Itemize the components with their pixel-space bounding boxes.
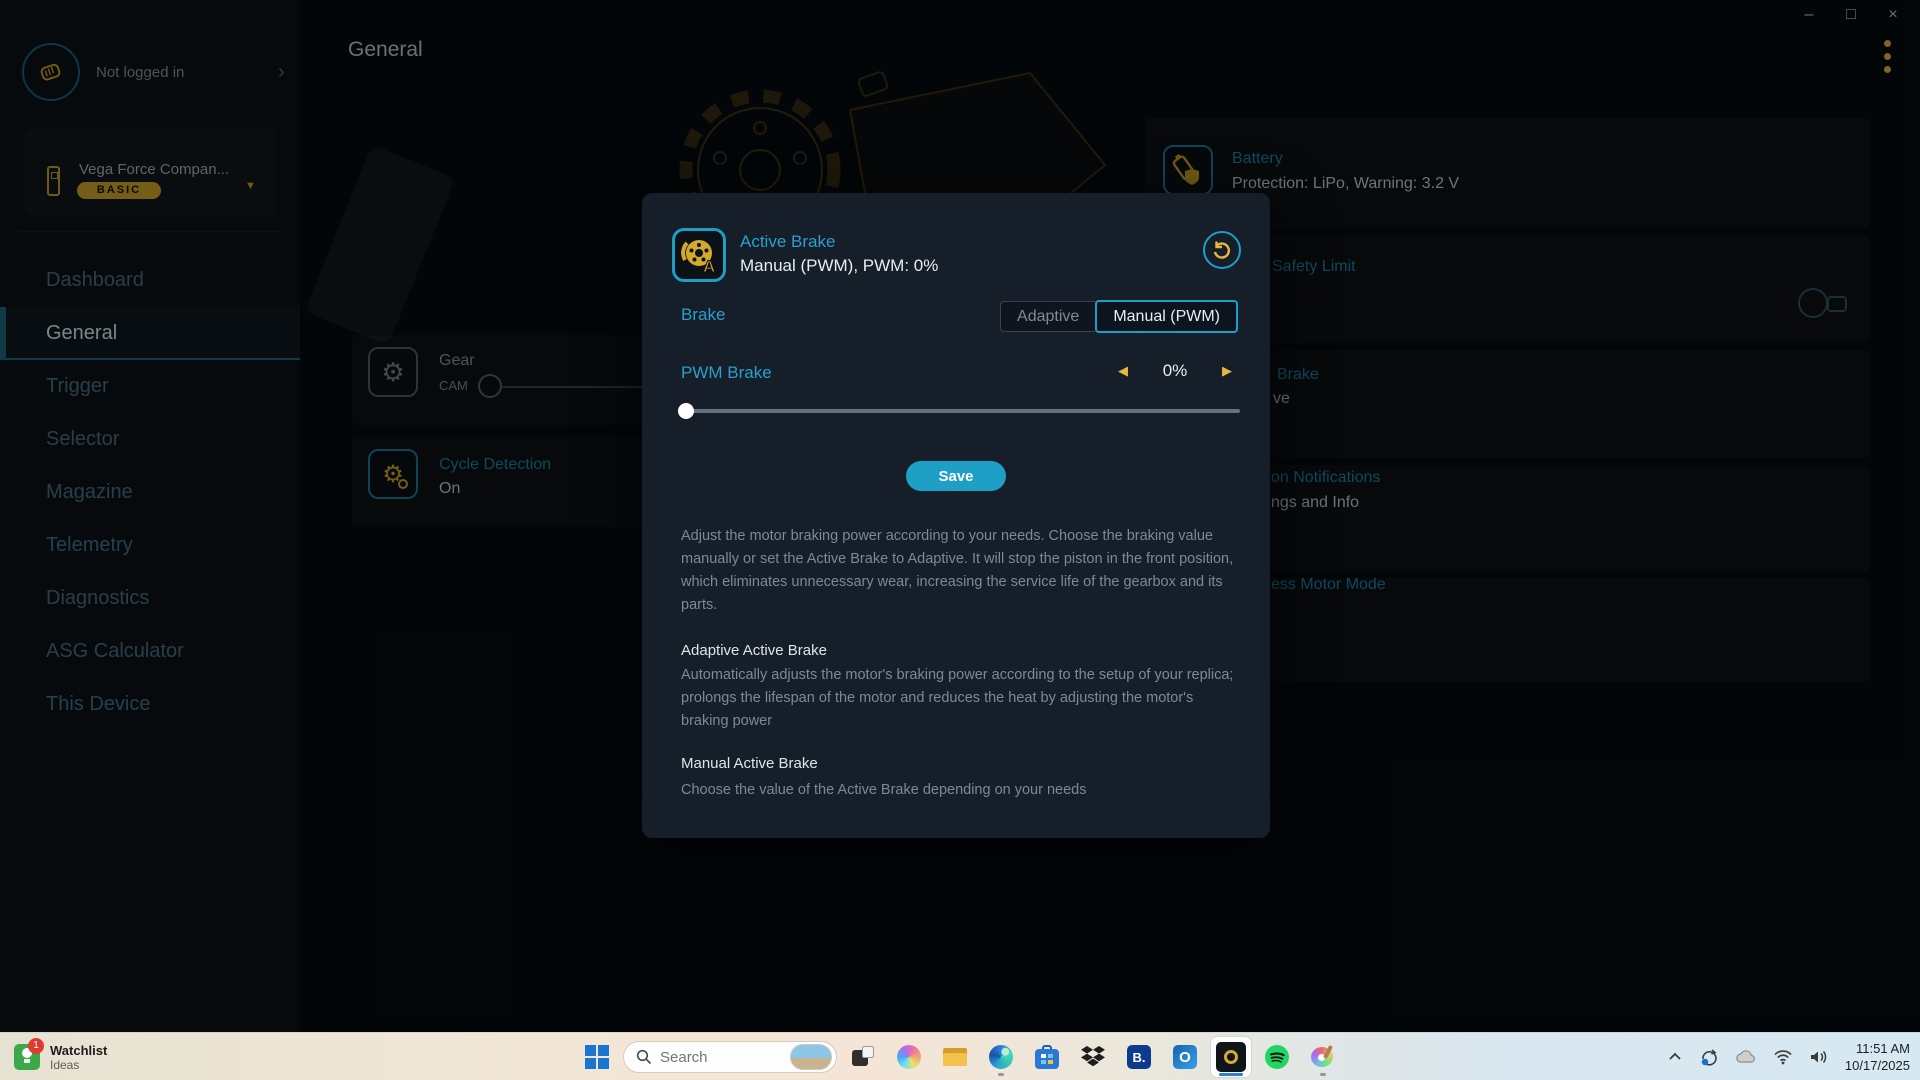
- notification-badge: 1: [28, 1038, 44, 1054]
- decrement-arrow-icon[interactable]: ◀: [1118, 363, 1128, 379]
- segment-manual-pwm[interactable]: Manual (PWM): [1095, 300, 1238, 333]
- active-brake-dialog-icon: A: [672, 228, 726, 282]
- taskbar-icon-booking[interactable]: B.: [1119, 1037, 1159, 1077]
- manual-heading: Manual Active Brake: [681, 755, 818, 772]
- taskbar-icon-edge[interactable]: [981, 1037, 1021, 1077]
- active-app-indicator: [1219, 1073, 1243, 1076]
- widget-title: Watchlist: [50, 1043, 107, 1058]
- taskbar-icon-microsoft-store[interactable]: [1027, 1037, 1067, 1077]
- taskbar-icon-copilot[interactable]: [889, 1037, 929, 1077]
- microsoft-store-icon: [1034, 1045, 1060, 1069]
- pwm-value: 0%: [1150, 361, 1200, 381]
- task-view-icon: [852, 1046, 874, 1068]
- tray-time: 11:51 AM: [1845, 1040, 1910, 1057]
- taskbar-icon-gate-control-station[interactable]: [1211, 1037, 1251, 1077]
- dropbox-icon: [1081, 1046, 1105, 1068]
- manual-description: Choose the value of the Active Brake dep…: [681, 779, 1239, 802]
- outlook-icon: O: [1173, 1045, 1197, 1069]
- adaptive-description: Automatically adjusts the motor's brakin…: [681, 664, 1239, 733]
- copilot-icon: [897, 1045, 921, 1069]
- save-button[interactable]: Save: [906, 461, 1006, 491]
- screen: – □ × Not logged in › Vega Force Compan.…: [0, 0, 1920, 1080]
- dialog-title: Active Brake: [740, 232, 835, 252]
- adaptive-heading: Adaptive Active Brake: [681, 642, 827, 659]
- search-daily-image[interactable]: [790, 1044, 832, 1070]
- edge-icon: [989, 1045, 1013, 1069]
- tray-date: 10/17/2025: [1845, 1057, 1910, 1074]
- spotify-icon: [1265, 1045, 1289, 1069]
- pwm-slider-track[interactable]: [681, 409, 1240, 413]
- taskbar: 1 Watchlist Ideas: [0, 1032, 1920, 1080]
- description-text: Adjust the motor braking power according…: [681, 525, 1239, 617]
- clock[interactable]: 11:51 AM 10/17/2025: [1845, 1040, 1910, 1074]
- pwm-stepper: ◀ 0% ▶: [1118, 361, 1232, 381]
- pwm-slider-thumb[interactable]: [678, 403, 694, 419]
- windows-logo-icon: [585, 1045, 609, 1069]
- search-input[interactable]: [660, 1049, 782, 1066]
- taskbar-icon-spotify[interactable]: [1257, 1037, 1297, 1077]
- reset-icon: [1211, 239, 1233, 261]
- increment-arrow-icon[interactable]: ▶: [1222, 363, 1232, 379]
- brake-setting-label: Brake: [681, 305, 725, 325]
- start-button[interactable]: [577, 1037, 617, 1077]
- brake-mode-segmented-control: Adaptive Manual (PWM): [1000, 300, 1238, 333]
- volume-icon[interactable]: [1809, 1049, 1829, 1065]
- taskbar-search[interactable]: [623, 1041, 837, 1073]
- widgets-button[interactable]: 1 Watchlist Ideas: [8, 1038, 113, 1076]
- brake-disc-icon: A: [678, 234, 720, 276]
- active-brake-dialog: A Active Brake Manual (PWM), PWM: 0% Bra…: [642, 193, 1270, 838]
- gate-app-icon: [1216, 1042, 1246, 1072]
- search-icon: [636, 1049, 652, 1065]
- booking-icon: B.: [1127, 1045, 1151, 1069]
- taskbar-icon-task-view[interactable]: [843, 1037, 883, 1077]
- segment-adaptive[interactable]: Adaptive: [1000, 301, 1095, 332]
- taskbar-icon-outlook[interactable]: O: [1165, 1037, 1205, 1077]
- file-explorer-icon: [935, 1037, 975, 1077]
- dialog-subtitle: Manual (PWM), PWM: 0%: [740, 256, 938, 276]
- wifi-icon[interactable]: [1773, 1049, 1793, 1065]
- taskbar-icon-file-explorer[interactable]: [935, 1037, 975, 1077]
- widget-subtitle: Ideas: [50, 1058, 107, 1072]
- tray-expand-chevron-icon[interactable]: [1667, 1049, 1683, 1065]
- reset-button[interactable]: [1203, 231, 1241, 269]
- paint-icon: [1311, 1045, 1335, 1069]
- svg-text:A: A: [703, 257, 715, 276]
- taskbar-icon-paint[interactable]: [1303, 1037, 1343, 1077]
- pwm-brake-label: PWM Brake: [681, 363, 772, 383]
- onedrive-cloud-icon[interactable]: [1735, 1049, 1757, 1065]
- taskbar-icon-dropbox[interactable]: [1073, 1037, 1113, 1077]
- watchlist-widget-icon: 1: [14, 1044, 40, 1070]
- update-sync-icon[interactable]: [1699, 1047, 1719, 1067]
